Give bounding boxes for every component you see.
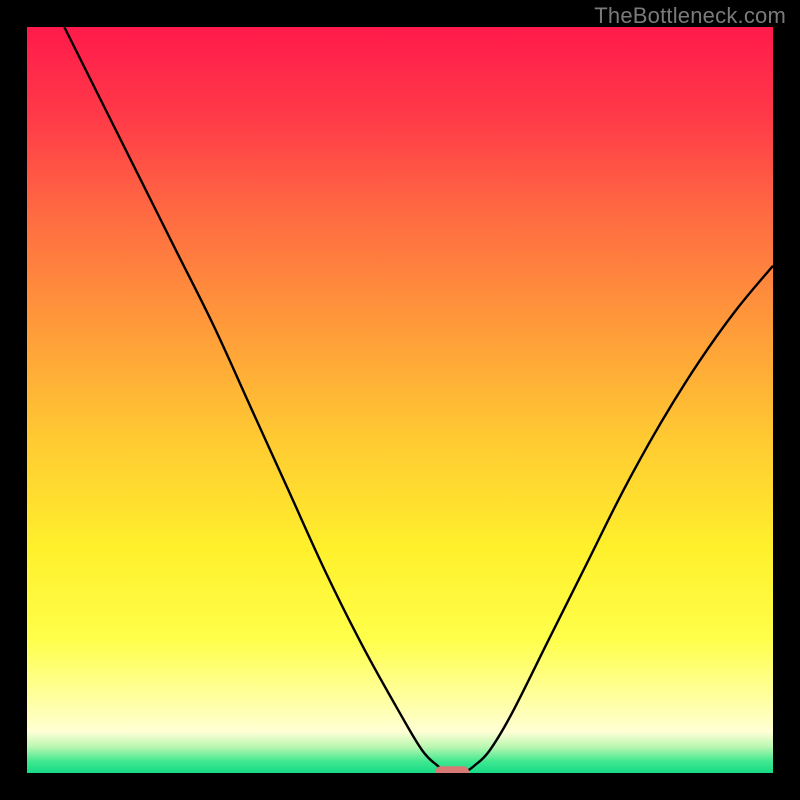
optimal-marker (435, 766, 469, 773)
bottleneck-chart (27, 27, 773, 773)
attribution-text: TheBottleneck.com (594, 3, 786, 29)
plot-area (27, 27, 773, 773)
chart-container: TheBottleneck.com (0, 0, 800, 800)
gradient-background (27, 27, 773, 773)
